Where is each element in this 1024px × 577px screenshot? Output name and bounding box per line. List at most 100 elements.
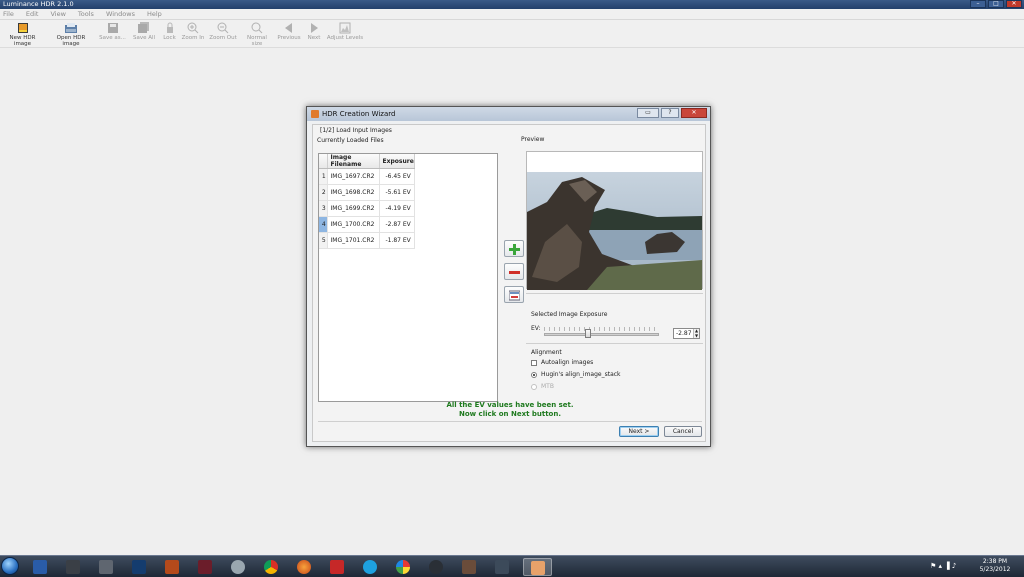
ev-slider-track[interactable] [544, 333, 659, 336]
taskbar-skype[interactable] [356, 558, 385, 576]
menu-tools[interactable]: Tools [78, 9, 94, 19]
normal-size-button[interactable]: Normal size [241, 22, 273, 47]
remove-image-button[interactable] [504, 263, 524, 280]
ev-slider-handle[interactable] [585, 329, 591, 338]
taskbar-app-14[interactable] [455, 558, 484, 576]
table-row[interactable]: 5 IMG_1701.CR2 -1.87 EV [319, 232, 415, 249]
menu-bar: File Edit View Tools Windows Help [0, 9, 1024, 20]
taskbar-app-2[interactable] [59, 558, 88, 576]
taskbar-app-6[interactable] [191, 558, 220, 576]
taskbar-photoshop[interactable] [125, 558, 154, 576]
next-button[interactable]: Next > [619, 426, 659, 437]
picasa-icon [396, 560, 410, 574]
table-row[interactable]: 2 IMG_1698.CR2 -5.61 EV [319, 184, 415, 201]
add-images-button[interactable] [504, 240, 524, 257]
taskbar-app-15[interactable] [488, 558, 517, 576]
zoom-in-button[interactable]: Zoom In [180, 22, 206, 41]
app-icon [462, 560, 476, 574]
open-hdr-button[interactable]: Open HDR image [48, 22, 94, 47]
exposure-group-label: Selected Image Exposure [531, 311, 608, 318]
taskbar-chrome[interactable] [257, 558, 286, 576]
start-button[interactable] [1, 557, 19, 575]
save-all-button[interactable]: Save All [131, 22, 157, 41]
luminance-icon [531, 561, 545, 575]
loaded-files-table[interactable]: Image Filename Exposure 1 IMG_1697.CR2 -… [318, 153, 498, 402]
menu-windows[interactable]: Windows [106, 9, 135, 19]
dialog-window-controls: ▭ ? ✕ [637, 108, 707, 118]
taskbar-app-3[interactable] [92, 558, 121, 576]
menu-edit[interactable]: Edit [26, 9, 39, 19]
taskbar-clock[interactable]: 2:38 PM 5/23/2012 [975, 558, 1015, 574]
table-row[interactable]: 1 IMG_1697.CR2 -6.45 EV [319, 168, 415, 185]
filename-cell[interactable]: IMG_1701.CR2 [327, 232, 380, 249]
column-header-filename[interactable]: Image Filename [327, 154, 380, 169]
filename-cell[interactable]: IMG_1698.CR2 [327, 184, 380, 201]
minimize-icon[interactable]: – [970, 0, 986, 8]
taskbar-luminance[interactable] [523, 558, 552, 576]
menu-file[interactable]: File [3, 9, 14, 19]
exposure-cell[interactable]: -1.87 EV [379, 232, 415, 249]
autoalign-checkbox[interactable] [531, 360, 537, 366]
app-icon [198, 560, 212, 574]
dialog-title-bar[interactable]: HDR Creation Wizard ▭ ? ✕ [307, 107, 710, 121]
zoom-in-icon [187, 22, 199, 34]
system-tray[interactable]: ⚑ ▴ ▐ ♪ [930, 562, 956, 570]
status-message-1: All the EV values have been set. [446, 401, 574, 409]
ev-slider-ticks [544, 327, 659, 331]
save-as-button[interactable]: Save as... [97, 22, 128, 41]
autoalign-label: Autoalign images [541, 359, 594, 366]
image-preview [526, 151, 703, 290]
chrome-icon [264, 560, 278, 574]
exposure-cell[interactable]: -2.87 EV [379, 216, 415, 233]
hugin-radio[interactable] [531, 372, 537, 378]
clear-list-button[interactable] [504, 286, 524, 303]
adjust-levels-icon [339, 22, 351, 34]
firefox-icon [297, 560, 311, 574]
maximize-icon[interactable]: □ [988, 0, 1004, 8]
taskbar-firefox[interactable] [290, 558, 319, 576]
menu-help[interactable]: Help [147, 9, 162, 19]
next-button[interactable]: Next [304, 22, 324, 41]
menu-view[interactable]: View [50, 9, 65, 19]
filename-cell[interactable]: IMG_1699.CR2 [327, 200, 380, 217]
column-header-exposure[interactable]: Exposure [379, 154, 415, 169]
status-message-2: Now click on Next button. [458, 410, 562, 418]
taskbar-word[interactable] [26, 558, 55, 576]
exposure-cell[interactable]: -6.45 EV [379, 168, 415, 185]
taskbar-bridge[interactable] [158, 558, 187, 576]
bridge-icon [165, 560, 179, 574]
app-icon [99, 560, 113, 574]
adjust-levels-button[interactable]: Adjust Levels [326, 22, 364, 41]
taskbar-app-7[interactable] [224, 558, 253, 576]
step-title: [1/2] Load Input Images [320, 127, 392, 134]
mtb-label: MTB [541, 383, 554, 390]
cancel-button[interactable]: Cancel [664, 426, 702, 437]
wizard-page: [1/2] Load Input Images Currently Loaded… [312, 124, 706, 442]
clock-date: 5/23/2012 [979, 566, 1011, 573]
ev-spinbox[interactable]: -2.87 ▲ ▼ [673, 328, 700, 339]
previous-button[interactable]: Previous [276, 22, 302, 41]
filename-cell[interactable]: IMG_1697.CR2 [327, 168, 380, 185]
lock-button[interactable]: Lock [160, 22, 179, 41]
exposure-cell[interactable]: -4.19 EV [379, 200, 415, 217]
word-icon [33, 560, 47, 574]
clock-time: 2:38 PM [982, 558, 1008, 565]
alignment-group-label: Alignment [531, 349, 562, 356]
taskbar-picasa[interactable] [389, 558, 418, 576]
dialog-minimize-icon[interactable]: ▭ [637, 108, 659, 118]
close-icon[interactable]: ✕ [1006, 0, 1022, 8]
taskbar-app-10[interactable] [323, 558, 352, 576]
exposure-cell[interactable]: -5.61 EV [379, 184, 415, 201]
new-hdr-button[interactable]: New HDR image [1, 22, 44, 47]
zoom-out-button[interactable]: Zoom Out [208, 22, 238, 41]
spin-arrows-icon[interactable]: ▲ ▼ [693, 328, 699, 338]
dialog-close-icon[interactable]: ✕ [681, 108, 707, 118]
filename-cell[interactable]: IMG_1700.CR2 [327, 216, 380, 233]
main-toolbar: New HDR image Open HDR image Save as... … [0, 20, 1024, 48]
dialog-help-icon[interactable]: ? [661, 108, 679, 118]
table-row-selected[interactable]: 4 IMG_1700.CR2 -2.87 EV [319, 216, 415, 233]
mtb-radio[interactable] [531, 384, 537, 390]
table-row[interactable]: 3 IMG_1699.CR2 -4.19 EV [319, 200, 415, 217]
save-as-icon [107, 23, 118, 33]
taskbar-steam[interactable] [422, 558, 451, 576]
